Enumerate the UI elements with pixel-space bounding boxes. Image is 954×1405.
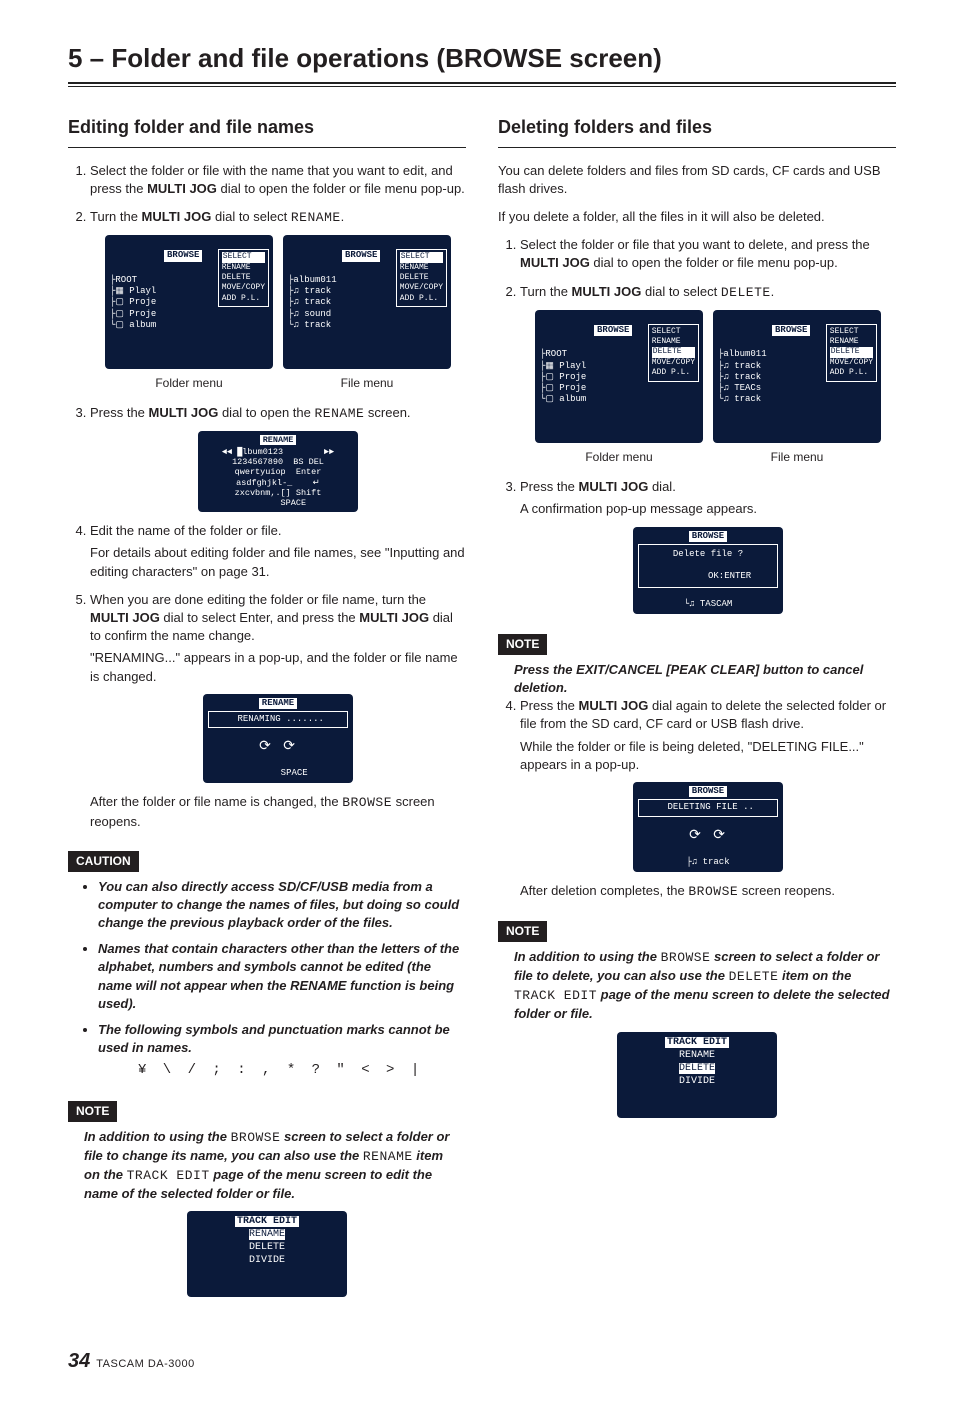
steps-edit: Select the folder or file with the name … [68,162,466,831]
caption-row: Folder menu File menu [90,375,466,392]
popup-menu: SELECTRENAME DELETE MOVE/COPY ADD P.L. [396,249,447,307]
lcd-file-menu: BROWSE ├album011 ├♫ track ├♫ track ├♫ so… [283,235,451,369]
caption-folder: Folder menu [105,375,273,392]
step-1: Select the folder or file that you want … [520,236,896,272]
step-2: Turn the MULTI JOG dial to select DELETE… [520,283,896,467]
step-4: Press the MULTI JOG dial again to delete… [520,697,896,901]
caution-list: You can also directly access SD/CF/USB m… [68,878,466,1081]
intro-paragraph: If you delete a folder, all the files in… [498,208,896,226]
caption-row: Folder menu File menu [520,449,896,466]
product-name: TASCAM DA-3000 [96,1357,195,1372]
popup-menu: SELECT RENAME DELETEMOVE/COPY ADD P.L. [648,324,699,382]
step-5: When you are done editing the folder or … [90,591,466,831]
spinner-icon: ⟳ ⟳ [638,828,778,846]
rule-thin [68,86,896,87]
two-column-layout: Editing folder and file names Select the… [68,115,896,1307]
step-3: Press the MULTI JOG dial to open the REN… [90,404,466,513]
intro-paragraph: You can delete folders and files from SD… [498,162,896,198]
caption-file: File menu [283,375,451,392]
step-2: Turn the MULTI JOG dial to select RENAME… [90,208,466,392]
lcd-renaming: RENAME RENAMING ....... ⟳ ⟳ SPACE [90,694,466,784]
lcd-keyboard: RENAME ◄◄ █lbum0123 ►► 1234567890 BS DEL… [90,431,466,512]
popup-menu: SELECTRENAME DELETE MOVE/COPY ADD P.L. [218,249,269,307]
caution-item: The following symbols and punctuation ma… [98,1021,466,1081]
caption-file: File menu [713,449,881,466]
step-3: Press the MULTI JOG dial. A confirmation… [520,478,896,614]
steps-delete: Select the folder or file that you want … [498,236,896,614]
rule-thick [68,82,896,84]
steps-delete-cont: Press the MULTI JOG dial again to delete… [498,697,896,901]
lcd-pair: BROWSE ├ROOT ├▦ Playl ├▢ Proje ├▢ Proje … [520,310,896,444]
step-1: Select the folder or file with the name … [90,162,466,198]
caution-item: You can also directly access SD/CF/USB m… [98,878,466,933]
chapter-title: 5 – Folder and file operations (BROWSE s… [68,40,896,80]
note-body: In addition to using the BROWSE screen t… [498,948,896,1024]
caution-badge: CAUTION [68,851,139,872]
lcd-track-edit: TRACK EDIT RENAME DELETE DIVIDE [498,1032,896,1118]
forbidden-symbols: ¥ \ / ; : , * ? " < > | [138,1061,466,1081]
page-number: 34 [68,1347,90,1375]
note-badge: NOTE [68,1101,117,1122]
caption-folder: Folder menu [535,449,703,466]
note-badge: NOTE [498,634,547,655]
lcd-deleting: BROWSE DELETING FILE .. ⟳ ⟳ ├♫ track [520,782,896,872]
lcd-folder-menu: BROWSE ├ROOT ├▦ Playl ├▢ Proje ├▢ Proje … [105,235,273,369]
caution-item: Names that contain characters other than… [98,940,466,1013]
popup-menu: SELECT RENAME DELETEMOVE/COPY ADD P.L. [826,324,877,382]
section-heading-edit: Editing folder and file names [68,115,466,147]
lcd-file-menu: BROWSE ├album011 ├♫ track ├♫ track ├♫ TE… [713,310,881,444]
note-badge: NOTE [498,921,547,942]
note-body: In addition to using the BROWSE screen t… [68,1128,466,1204]
lcd-track-edit: TRACK EDIT RENAME DELETE DIVIDE [68,1211,466,1297]
lcd-confirm: BROWSE Delete file ? OK:ENTER └♫ TASCAM [520,527,896,615]
step-4: Edit the name of the folder or file. For… [90,522,466,581]
note-body: Press the EXIT/CANCEL [PEAK CLEAR] butto… [498,661,896,697]
multi-jog-label: MULTI JOG [147,181,217,196]
lcd-pair: BROWSE ├ROOT ├▦ Playl ├▢ Proje ├▢ Proje … [90,235,466,369]
left-column: Editing folder and file names Select the… [68,115,466,1307]
section-heading-delete: Deleting folders and files [498,115,896,147]
right-column: Deleting folders and files You can delet… [498,115,896,1307]
lcd-folder-menu: BROWSE ├ROOT ├▦ Playl ├▢ Proje ├▢ Proje … [535,310,703,444]
page-footer: 34 TASCAM DA-3000 [68,1347,896,1375]
spinner-icon: ⟳ ⟳ [208,739,348,757]
